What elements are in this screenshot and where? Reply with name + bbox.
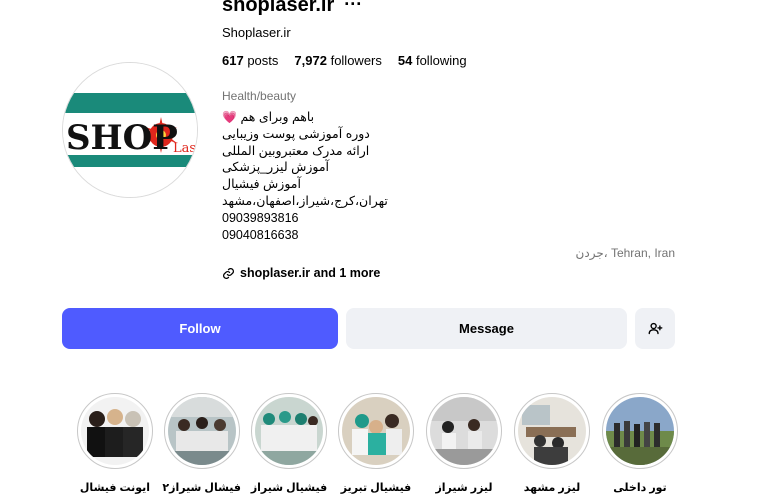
link-icon (222, 267, 235, 280)
highlight-facial-event-thumbnail (81, 397, 149, 465)
profile-links[interactable]: shoplaser.ir and 1 more (222, 266, 380, 280)
add-user-icon (648, 322, 662, 335)
story-highlights: تور داخلی لیزر مشهد لیزر شیراز فیشیال تب… (76, 393, 696, 500)
highlight-tour-thumbnail (606, 397, 674, 465)
link-text: shoplaser.ir and 1 more (240, 266, 381, 280)
followers-count: 7,972 (294, 53, 327, 68)
followers-stat[interactable]: 7,972 followers (294, 53, 381, 68)
bio-line: تهران،کرج،شیراز،اصفهان،مشهد (222, 193, 388, 208)
profile-avatar[interactable]: SHOP Laser (62, 62, 198, 198)
highlight-label: فیشیال تبریز (340, 482, 412, 494)
bio-line: دوره آموزشی پوست وزیبایی (222, 126, 370, 141)
profile-stats: 617 posts 7,972 followers 54 following (222, 53, 467, 68)
highlight-item[interactable]: تور داخلی (601, 393, 679, 494)
display-name: Shoplaser.ir (222, 25, 291, 40)
following-stat[interactable]: 54 following (398, 53, 467, 68)
following-count: 54 (397, 53, 413, 68)
highlight-facial-tabriz-thumbnail (342, 397, 410, 465)
highlight-laser-mashhad-thumbnail (518, 397, 586, 465)
bio-line: آموزش فیشیال (222, 177, 301, 192)
highlight-label: تور داخلی (613, 482, 667, 494)
highlight-item[interactable]: فیشیال شیراز (250, 393, 328, 494)
highlight-label: ایونت فیشال (79, 482, 151, 494)
posts-stat: 617 posts (222, 53, 278, 68)
profile-category: Health/beauty (222, 89, 297, 103)
logo-text: SHOP (66, 118, 178, 158)
highlight-item[interactable]: ایونت فیشال (76, 393, 154, 494)
highlight-label: فیشال شیراز۲ (162, 482, 241, 494)
message-button[interactable]: Message (346, 308, 627, 349)
highlight-laser-shiraz-thumbnail (430, 397, 498, 465)
logo-subtext: Laser (173, 141, 198, 156)
highlight-item[interactable]: فیشال شیراز۲ (162, 393, 241, 494)
posts-count: 617 (222, 53, 244, 68)
bio-phone[interactable]: 09039893816 (222, 210, 388, 227)
highlight-item[interactable]: لیزر شیراز (425, 393, 503, 494)
highlight-facial-shiraz2-thumbnail (168, 397, 236, 465)
followers-label: followers (330, 53, 382, 68)
highlight-label: فیشیال شیراز (250, 482, 328, 494)
suggest-accounts-button[interactable] (635, 308, 675, 349)
bio-line: ارائه مدرک معتبروبین المللی (222, 143, 370, 158)
bio-line: باهم وبرای هم 💗 (222, 110, 315, 124)
bio-line: آموزش لیزر_پزشکی (222, 160, 330, 175)
shoplaser-logo: SHOP Laser (63, 63, 198, 197)
highlight-item[interactable]: لیزر مشهد (513, 393, 591, 494)
highlight-facial-shiraz-thumbnail (255, 397, 323, 465)
following-label: following (415, 53, 467, 68)
heart-emoji-icon: 💗 (222, 110, 237, 124)
username: shoplaser.ir (222, 0, 335, 16)
highlight-item[interactable]: فیشیال تبریز (337, 393, 415, 494)
profile-bio: باهم وبرای هم 💗 دوره آموزشی پوست وزیبایی… (222, 109, 388, 243)
profile-location[interactable]: جردن، Tehran, Iran (576, 246, 675, 260)
more-options-icon[interactable]: ··· (344, 0, 362, 13)
follow-button[interactable]: Follow (62, 308, 338, 349)
highlight-label: لیزر مشهد (523, 482, 581, 494)
username-row: shoplaser.ir ··· (222, 0, 362, 17)
posts-label: posts (247, 53, 279, 68)
bio-phone[interactable]: 09040816638 (222, 227, 388, 244)
highlight-label: لیزر شیراز (435, 482, 493, 494)
